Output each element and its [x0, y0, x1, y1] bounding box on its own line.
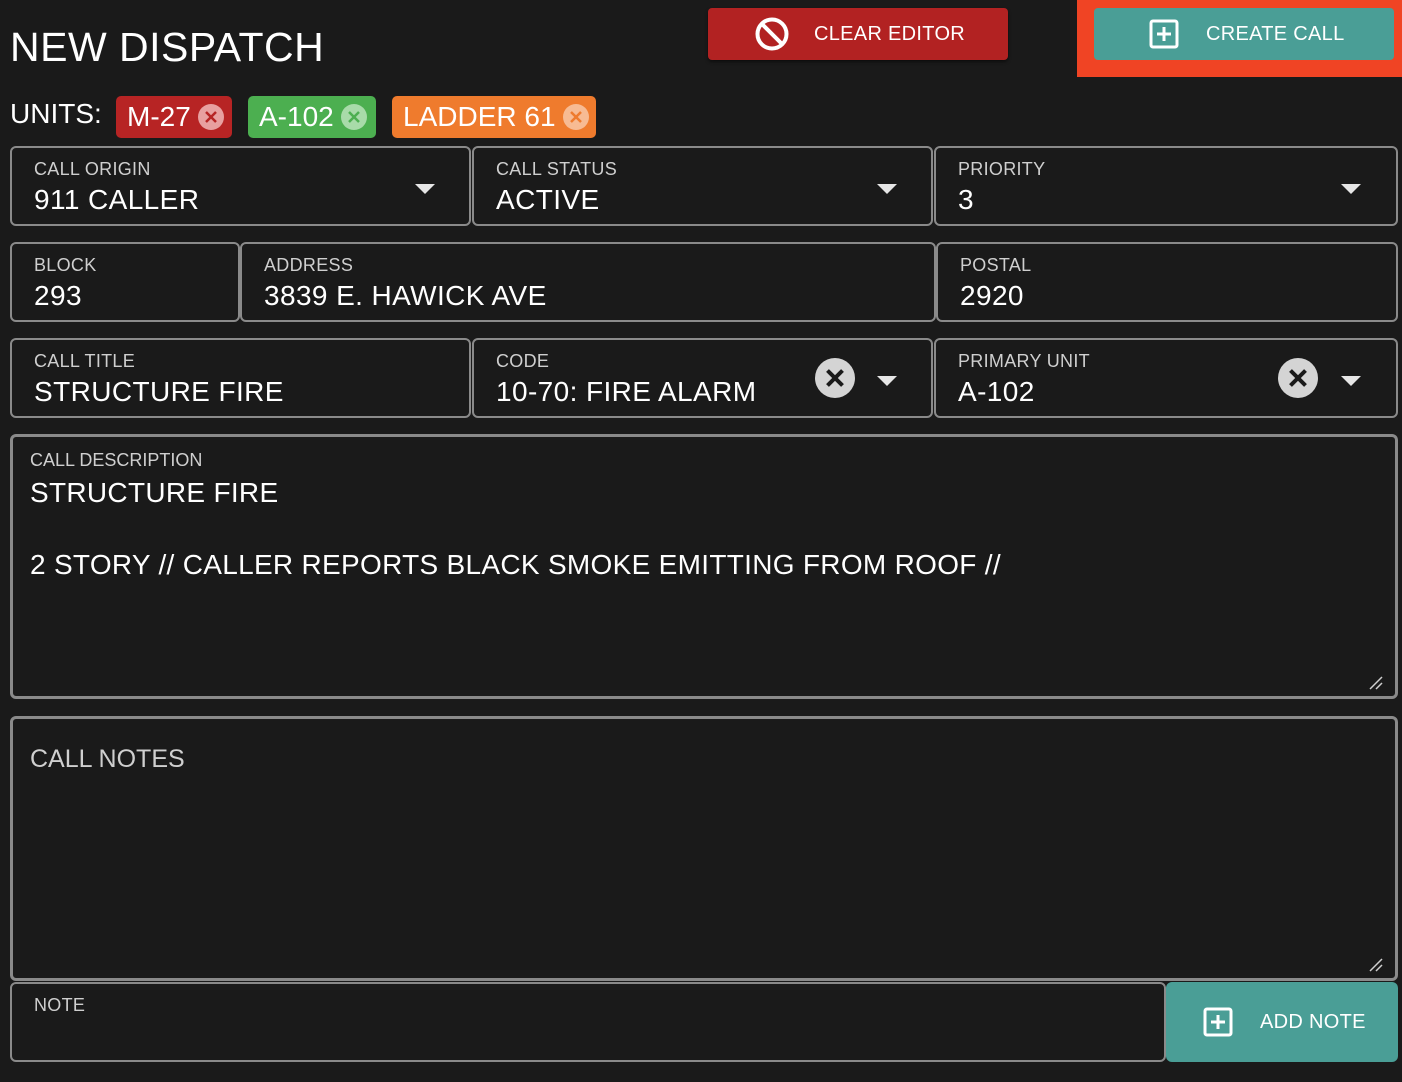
unit-chip[interactable]: M-27	[116, 96, 232, 138]
create-call-button[interactable]: CREATE CALL	[1094, 8, 1394, 60]
unit-chip[interactable]: LADDER 61	[392, 96, 596, 138]
call-description-textarea[interactable]: CALL DESCRIPTION STRUCTURE FIRE 2 STORY …	[10, 434, 1398, 699]
chevron-down-icon[interactable]	[1341, 184, 1361, 194]
primary-unit-label: PRIMARY UNIT	[958, 351, 1090, 371]
primary-unit-select[interactable]: PRIMARY UNIT A-102	[934, 338, 1398, 418]
description-line: STRUCTURE FIRE	[30, 477, 279, 508]
primary-unit-value: A-102	[958, 376, 1035, 407]
address-label: ADDRESS	[264, 255, 354, 275]
chevron-down-icon[interactable]	[877, 184, 897, 194]
postal-value: 2920	[960, 280, 1024, 311]
clear-icon[interactable]	[1278, 358, 1318, 398]
note-label: NOTE	[34, 995, 86, 1015]
call-title-value: STRUCTURE FIRE	[34, 376, 284, 407]
unit-chip-label: M-27	[127, 101, 191, 132]
add-note-button[interactable]: ADD NOTE	[1166, 982, 1398, 1062]
block-value: 293	[34, 280, 82, 311]
code-label: CODE	[496, 351, 550, 371]
code-select[interactable]: CODE 10-70: FIRE ALARM	[472, 338, 933, 418]
unit-chip-label: LADDER 61	[403, 101, 556, 132]
add-note-label: ADD NOTE	[1260, 1010, 1366, 1033]
call-origin-select[interactable]: CALL ORIGIN 911 CALLER	[10, 146, 471, 226]
add-box-icon	[1202, 1006, 1234, 1038]
call-status-select[interactable]: CALL STATUS ACTIVE	[472, 146, 933, 226]
block-label: BLOCK	[34, 255, 97, 275]
chevron-down-icon[interactable]	[877, 376, 897, 386]
unit-chip-label: A-102	[259, 101, 334, 132]
call-title-label: CALL TITLE	[34, 351, 136, 371]
unit-chip[interactable]: A-102	[248, 96, 376, 138]
clear-icon[interactable]	[815, 358, 855, 398]
units-label: UNITS:	[10, 98, 102, 129]
call-status-value: ACTIVE	[496, 184, 600, 215]
clear-editor-button[interactable]: CLEAR EDITOR	[708, 8, 1008, 60]
add-box-icon	[1148, 18, 1180, 50]
block-icon	[754, 16, 790, 52]
postal-label: POSTAL	[960, 255, 1032, 275]
priority-label: PRIORITY	[958, 159, 1046, 179]
chevron-down-icon[interactable]	[415, 184, 435, 194]
call-description-label: CALL DESCRIPTION	[30, 450, 203, 470]
call-title-field[interactable]: CALL TITLE STRUCTURE FIRE	[10, 338, 471, 418]
clear-editor-label: CLEAR EDITOR	[814, 22, 966, 45]
call-origin-value: 911 CALLER	[34, 184, 200, 215]
note-input[interactable]: NOTE	[10, 982, 1166, 1062]
call-notes-textarea[interactable]: CALL NOTES	[10, 716, 1398, 981]
address-field[interactable]: ADDRESS 3839 E. HAWICK AVE	[240, 242, 936, 322]
create-call-label: CREATE CALL	[1206, 22, 1345, 45]
priority-select[interactable]: PRIORITY 3	[934, 146, 1398, 226]
remove-chip-icon[interactable]	[197, 103, 225, 131]
description-line: 2 STORY // CALLER REPORTS BLACK SMOKE EM…	[30, 549, 1001, 580]
page-title: NEW DISPATCH	[10, 24, 325, 70]
priority-value: 3	[958, 184, 974, 215]
remove-chip-icon[interactable]	[340, 103, 368, 131]
call-origin-label: CALL ORIGIN	[34, 159, 151, 179]
chevron-down-icon[interactable]	[1341, 376, 1361, 386]
call-status-label: CALL STATUS	[496, 159, 617, 179]
call-notes-placeholder: CALL NOTES	[30, 745, 185, 773]
resize-handle-icon[interactable]	[1369, 676, 1383, 690]
remove-chip-icon[interactable]	[562, 103, 590, 131]
postal-field[interactable]: POSTAL 2920	[936, 242, 1398, 322]
code-value: 10-70: FIRE ALARM	[496, 376, 757, 407]
address-value: 3839 E. HAWICK AVE	[264, 280, 547, 311]
block-field[interactable]: BLOCK 293	[10, 242, 240, 322]
resize-handle-icon[interactable]	[1369, 958, 1383, 972]
